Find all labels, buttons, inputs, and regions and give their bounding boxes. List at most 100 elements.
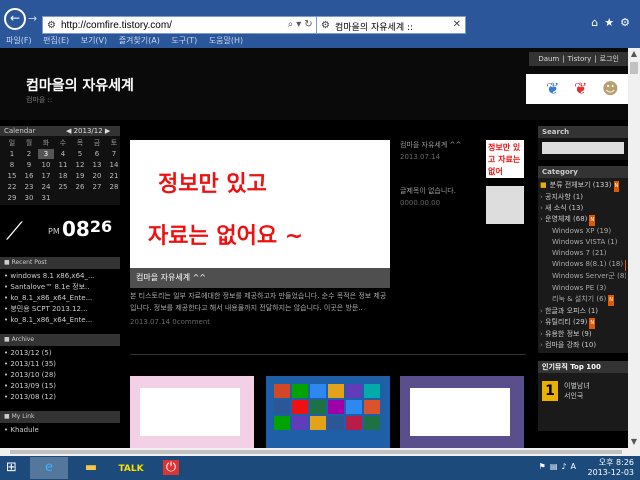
calendar-day[interactable]: 28 xyxy=(106,182,122,192)
scroll-thumb[interactable] xyxy=(630,62,638,74)
url-text[interactable]: http://comfire.tistory.com/ xyxy=(61,20,172,31)
side-post-title[interactable]: 컴마을 자유세계 ^^ xyxy=(400,140,480,150)
category-item[interactable]: Windows 8(8.1) (18)N xyxy=(540,259,626,271)
explorer-folder-icon[interactable]: ▬ xyxy=(72,457,110,479)
calendar-day[interactable]: 17 xyxy=(38,171,54,181)
back-button[interactable]: ← xyxy=(4,8,26,30)
menu-favorites[interactable]: 즐겨찾기(A) xyxy=(119,36,160,45)
category-item[interactable]: 컴마을 강좌 (10) xyxy=(540,340,626,351)
power-app-icon[interactable]: ⏻ xyxy=(152,457,190,479)
calendar-day[interactable]: 8 xyxy=(4,160,20,170)
menu-tools[interactable]: 도구(T) xyxy=(171,36,197,45)
calendar-month-nav[interactable]: ◀ 2013/12 ▶ xyxy=(66,126,110,136)
browser-tab[interactable]: ⚙ 컴마을의 자유세계 :: ✕ xyxy=(316,16,466,34)
top100-song[interactable]: 이별남녀 서인국 xyxy=(564,381,590,401)
nav-login[interactable]: 로그인 xyxy=(600,55,619,63)
calendar-day[interactable]: 18 xyxy=(55,171,71,181)
vertical-scrollbar[interactable]: ▲ ▼ xyxy=(628,48,640,448)
calendar-day[interactable]: 23 xyxy=(21,182,37,192)
horizontal-scrollbar[interactable] xyxy=(0,448,640,456)
calendar-day[interactable]: 12 xyxy=(72,160,88,170)
scroll-up-arrow-icon[interactable]: ▲ xyxy=(628,48,640,60)
nav-daum[interactable]: Daum xyxy=(538,55,559,63)
music-top100-widget[interactable]: 인기뮤직 Top 100 1 이별남녀 서인국 xyxy=(538,361,628,431)
calendar-day[interactable]: 27 xyxy=(89,182,105,192)
featured-post-image[interactable]: 정보만 있고 자료는 없어요 ~ 컴마을 자유세계 ^^ xyxy=(130,140,390,288)
ie-taskbar-icon[interactable]: e xyxy=(30,457,68,479)
calendar-day[interactable]: 10 xyxy=(38,160,54,170)
menu-edit[interactable]: 편집(E) xyxy=(43,36,69,45)
category-item[interactable]: 한글과 오피스 (1) xyxy=(540,306,626,317)
category-item[interactable]: Windows VISTA (1) xyxy=(540,237,626,248)
forward-button[interactable]: → xyxy=(28,11,42,27)
hscroll-thumb[interactable] xyxy=(10,450,622,454)
side-post-thumbnail[interactable]: 정보만 있고 자료는 없어 xyxy=(486,140,524,178)
archive-item[interactable]: • 2013/10 (28) xyxy=(4,370,116,381)
menu-view[interactable]: 보기(V) xyxy=(81,36,107,45)
calendar-day[interactable]: 22 xyxy=(4,182,20,192)
category-item[interactable]: Windows 7 (21) xyxy=(540,248,626,259)
calendar-day[interactable]: 1 xyxy=(4,149,20,159)
category-item[interactable]: Windows XP (19) xyxy=(540,226,626,237)
calendar-day[interactable]: 4 xyxy=(55,149,71,159)
calendar-day[interactable]: 5 xyxy=(72,149,88,159)
archive-item[interactable]: • 2013/08 (12) xyxy=(4,392,116,403)
post-thumbnail-windows-dialog[interactable] xyxy=(130,376,254,448)
home-icon[interactable]: ⌂ xyxy=(591,16,604,29)
calendar-day[interactable]: 7 xyxy=(106,149,122,159)
recent-post-item[interactable]: • ko_8.1_x86_x64_Ente... xyxy=(4,315,116,326)
archive-item[interactable]: • 2013/11 (35) xyxy=(4,359,116,370)
post-thumbnail-installer[interactable] xyxy=(400,376,524,448)
calendar-day[interactable]: 25 xyxy=(55,182,71,192)
side-post-thumbnail-empty[interactable] xyxy=(486,186,524,224)
tray-clock[interactable]: 오후 8:26 2013-12-03 xyxy=(588,458,635,478)
blog-title[interactable]: 컴마을의 자유세계 xyxy=(26,75,134,95)
calendar-day[interactable]: 21 xyxy=(106,171,122,181)
category-item[interactable]: Windows Server군 (8)N xyxy=(540,271,626,283)
tray-flag-icon[interactable]: ⚑ xyxy=(539,462,550,471)
side-post-1[interactable]: 컴마을 자유세계 ^^ 2013.07.14 xyxy=(400,140,480,161)
calendar-day[interactable]: 15 xyxy=(4,171,20,181)
calendar-day[interactable]: 30 xyxy=(21,193,37,203)
recent-post-item[interactable]: • 붕민용 SCPT 2013.12... xyxy=(4,304,116,315)
calendar-day[interactable]: 9 xyxy=(21,160,37,170)
tray-volume-icon[interactable]: ♪ xyxy=(561,462,570,471)
tray-ime-indicator[interactable]: A xyxy=(571,462,580,471)
calendar-day[interactable]: 11 xyxy=(55,160,71,170)
category-item[interactable]: 공지사항 (1) xyxy=(540,192,626,203)
recent-post-item[interactable]: • ko_8.1_x86_x64_Ente... xyxy=(4,293,116,304)
search-input[interactable] xyxy=(542,142,624,154)
hero-caption[interactable]: 컴마을 자유세계 ^^ xyxy=(130,268,390,288)
windows-start-icon[interactable]: ⊞ xyxy=(6,460,22,476)
close-tab-icon[interactable]: ✕ xyxy=(453,19,461,30)
post-thumbnail-start-screen[interactable] xyxy=(266,376,390,448)
mylink-item[interactable]: • Khadule xyxy=(4,425,116,436)
post-meta[interactable]: 2013.07.14 0comment xyxy=(130,316,390,328)
category-item[interactable]: 분류 전체보기 (133)N xyxy=(540,180,626,192)
kakaotalk-icon[interactable]: TALK xyxy=(112,457,150,479)
menu-file[interactable]: 파일(F) xyxy=(6,36,32,45)
calendar-day[interactable]: 20 xyxy=(89,171,105,181)
nav-tistory[interactable]: Tistory xyxy=(568,55,592,63)
tray-network-icon[interactable]: ▤ xyxy=(550,462,562,471)
calendar-day[interactable]: 13 xyxy=(89,160,105,170)
recent-post-item[interactable]: • Santalove™ 8.1e 정보.. xyxy=(4,282,116,293)
category-item[interactable]: 리눅 & 설치기 (6) N xyxy=(540,294,626,306)
calendar-day[interactable]: 31 xyxy=(38,193,54,203)
calendar-day[interactable]: 29 xyxy=(4,193,20,203)
calendar-day[interactable]: 6 xyxy=(89,149,105,159)
archive-item[interactable]: • 2013/12 (5) xyxy=(4,348,116,359)
calendar-day[interactable]: 19 xyxy=(72,171,88,181)
calendar-day[interactable]: 3 xyxy=(38,149,54,159)
category-item[interactable]: 유용한 정보 (9) xyxy=(540,329,626,340)
calendar-day[interactable]: 14 xyxy=(106,160,122,170)
category-item[interactable]: 운영체제 (68)N xyxy=(540,214,626,226)
side-post-2[interactable]: 글제목이 없습니다. 0000.00.00 xyxy=(400,186,480,207)
header-banner[interactable]: ❦ ❦ ☻ xyxy=(526,74,628,104)
archive-item[interactable]: • 2013/09 (15) xyxy=(4,381,116,392)
calendar-day[interactable]: 16 xyxy=(21,171,37,181)
category-item[interactable]: 유틸리티 (29)N xyxy=(540,317,626,329)
address-bar[interactable]: ⚙ http://comfire.tistory.com/ ⌕▾↻✕ xyxy=(42,16,332,34)
category-item[interactable]: Windows PE (3) xyxy=(540,283,626,294)
favorites-star-icon[interactable]: ★ xyxy=(604,16,620,29)
